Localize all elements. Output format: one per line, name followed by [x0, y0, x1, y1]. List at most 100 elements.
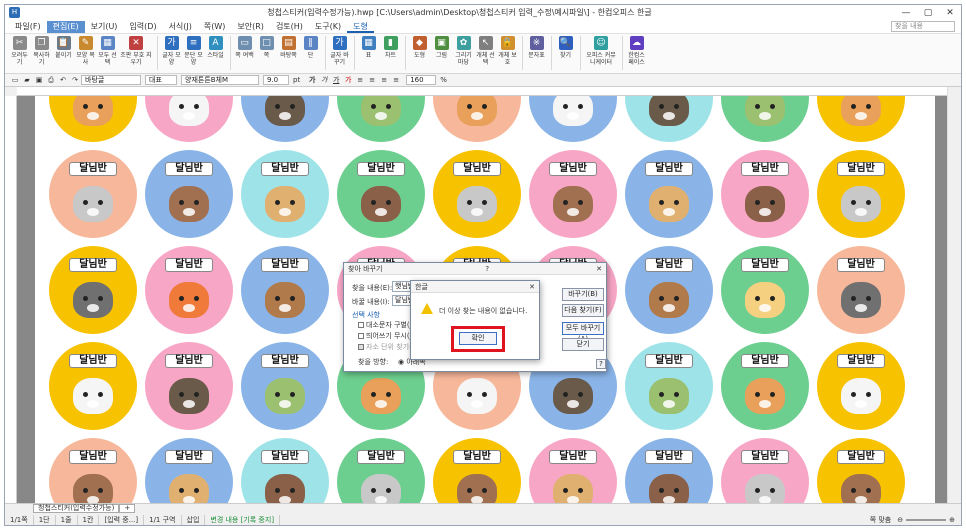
animal-sticker[interactable]: 달님반: [721, 150, 809, 238]
sticker-label[interactable]: 달님반: [837, 162, 885, 176]
ribbon-button[interactable]: ≡ 문단 모양: [183, 36, 204, 66]
find-next-button[interactable]: 다음 찾기(F): [562, 304, 604, 317]
animal-sticker[interactable]: [529, 96, 617, 142]
vertical-scrollbar[interactable]: [947, 87, 961, 503]
ribbon-button[interactable]: ▮ 차트: [380, 36, 401, 59]
animal-sticker[interactable]: 달님반: [625, 342, 713, 430]
animal-sticker[interactable]: 달님반: [337, 150, 425, 238]
sticker-label[interactable]: 달님반: [261, 162, 309, 176]
ribbon-button[interactable]: 🔒 개체 보호: [497, 36, 518, 66]
sticker-label[interactable]: 달님반: [261, 450, 309, 464]
ribbon-button[interactable]: ▦ 표: [358, 36, 379, 59]
sticker-label[interactable]: 달님반: [837, 450, 885, 464]
underline-icon[interactable]: 가: [330, 75, 342, 85]
sticker-label[interactable]: 달님반: [261, 354, 309, 368]
font-size-input[interactable]: 9.0: [263, 75, 289, 85]
animal-sticker[interactable]: 달님반: [625, 246, 713, 334]
ribbon-button[interactable]: ☁ 한컴스페이스: [626, 36, 647, 66]
sticker-label[interactable]: 달님반: [69, 354, 117, 368]
sticker-label[interactable]: 달님반: [741, 450, 789, 464]
animal-sticker[interactable]: [241, 96, 329, 142]
menu-item[interactable]: 도형: [347, 21, 374, 33]
ribbon-button[interactable]: ▤ 바탕쪽: [278, 36, 299, 59]
italic-icon[interactable]: 가: [318, 75, 330, 85]
ribbon-button[interactable]: ✕ 조판 부호 지우기: [119, 36, 153, 66]
animal-sticker[interactable]: 달님반: [145, 342, 233, 430]
ribbon-button[interactable]: ▭ 쪽 여백: [234, 36, 255, 59]
font-color-icon[interactable]: 가: [342, 75, 354, 85]
alert-close-icon[interactable]: ✕: [525, 281, 539, 292]
zoom-input[interactable]: 160: [406, 75, 437, 85]
animal-sticker[interactable]: 달님반: [721, 438, 809, 503]
case-sensitive-option[interactable]: 대소문자 구별(J): [358, 320, 414, 330]
ribbon-button[interactable]: ‖ 단: [300, 36, 321, 59]
animal-sticker[interactable]: 달님반: [145, 246, 233, 334]
document-tab[interactable]: 청첩스티커(입력수정가능): [33, 504, 120, 513]
sticker-label[interactable]: 달님반: [453, 450, 501, 464]
style-select[interactable]: 바탕글: [81, 75, 141, 85]
animal-sticker[interactable]: 달님반: [241, 246, 329, 334]
sticker-label[interactable]: 달님반: [69, 162, 117, 176]
sticker-label[interactable]: 달님반: [165, 162, 213, 176]
zoom-in-icon[interactable]: ⊕: [949, 516, 955, 524]
sticker-label[interactable]: 달님반: [645, 162, 693, 176]
help-icon[interactable]: ?: [480, 263, 494, 274]
sticker-label[interactable]: 달님반: [741, 258, 789, 272]
ribbon-button[interactable]: ↖ 개체 선택: [475, 36, 496, 66]
justify-icon[interactable]: ≡: [390, 75, 402, 85]
zoom-slider[interactable]: [906, 518, 947, 521]
checkbox-icon[interactable]: [358, 322, 364, 328]
bold-icon[interactable]: 가: [306, 75, 318, 85]
animal-sticker[interactable]: 달님반: [241, 150, 329, 238]
print-icon[interactable]: ⎙: [45, 75, 57, 85]
save-icon[interactable]: ▣: [33, 75, 45, 85]
menu-item[interactable]: 쪽(W): [198, 21, 232, 33]
animal-sticker[interactable]: 달님반: [145, 438, 233, 503]
ok-button[interactable]: 확인: [459, 332, 497, 345]
ribbon-button[interactable]: 📋 붙이기: [53, 36, 74, 59]
sticker-label[interactable]: 달님반: [549, 162, 597, 176]
animal-sticker[interactable]: 달님반: [529, 150, 617, 238]
sticker-label[interactable]: 달님반: [741, 354, 789, 368]
ribbon-button[interactable]: ❐ 복사하기: [31, 36, 52, 66]
animal-sticker[interactable]: [145, 96, 233, 142]
animal-sticker[interactable]: [433, 96, 521, 142]
status-mode[interactable]: 삽입: [182, 514, 206, 525]
font-select[interactable]: 양재튼튼B체M: [181, 75, 259, 85]
animal-sticker[interactable]: 달님반: [49, 342, 137, 430]
ribbon-button[interactable]: ▣ 그림: [431, 36, 452, 59]
close-icon[interactable]: ✕: [939, 8, 961, 18]
undo-icon[interactable]: ↶: [57, 75, 69, 85]
ribbon-button[interactable]: ✿ 그리기마당: [453, 36, 474, 66]
ribbon-button[interactable]: ✎ 모양 복사: [75, 36, 96, 66]
checkbox-icon[interactable]: [358, 344, 364, 350]
zoom-mode[interactable]: 쪽 맞춤: [870, 515, 892, 525]
menu-item[interactable]: 보안(R): [231, 21, 270, 33]
align-center-icon[interactable]: ≡: [366, 75, 378, 85]
align-left-icon[interactable]: ≡: [354, 75, 366, 85]
maximize-icon[interactable]: ▢: [917, 8, 939, 18]
ribbon-button[interactable]: 가 글자 바꾸기: [329, 36, 350, 66]
sticker-label[interactable]: 달님반: [165, 258, 213, 272]
sticker-label[interactable]: 달님반: [837, 354, 885, 368]
jaso-option[interactable]: 자소 단위 찾기(I): [358, 342, 417, 352]
ribbon-button[interactable]: ▦ 모두 선택: [97, 36, 118, 66]
ribbon-button[interactable]: 가 글자 모양: [161, 36, 182, 66]
sticker-label[interactable]: 달님반: [549, 450, 597, 464]
ribbon-button[interactable]: 🔍 찾기: [555, 36, 576, 59]
animal-sticker[interactable]: 달님반: [817, 150, 905, 238]
sticker-label[interactable]: 달님반: [165, 354, 213, 368]
animal-sticker[interactable]: 달님반: [817, 246, 905, 334]
menu-item[interactable]: 편집(E): [46, 20, 85, 33]
sticker-label[interactable]: 달님반: [645, 354, 693, 368]
animal-sticker[interactable]: 달님반: [49, 438, 137, 503]
zoom-out-icon[interactable]: ⊖: [897, 516, 903, 524]
animal-sticker[interactable]: 달님반: [625, 150, 713, 238]
sticker-label[interactable]: 달님반: [645, 258, 693, 272]
menu-item[interactable]: 입력(D): [123, 21, 162, 33]
sticker-label[interactable]: 달님반: [645, 450, 693, 464]
animal-sticker[interactable]: 달님반: [817, 342, 905, 430]
vertical-ruler[interactable]: [5, 96, 17, 503]
sticker-label[interactable]: 달님반: [837, 258, 885, 272]
open-folder-icon[interactable]: ▰: [21, 75, 33, 85]
